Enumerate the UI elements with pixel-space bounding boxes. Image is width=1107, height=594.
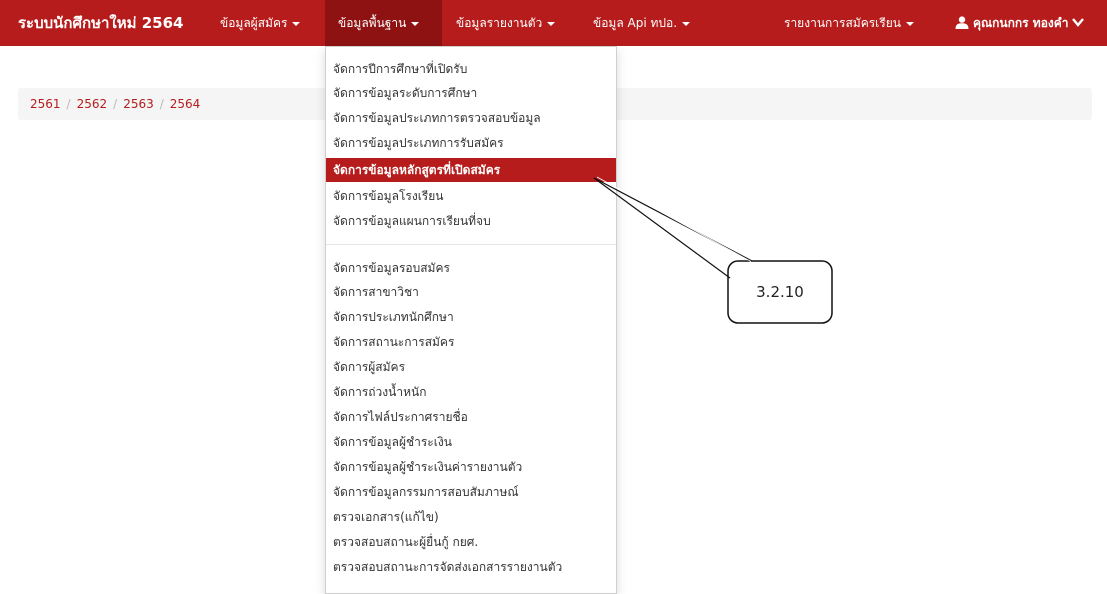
- user-icon: [955, 16, 969, 29]
- menu-item-report-document-delivery[interactable]: ตรวจสอบสถานะการจัดส่งเอกสารรายงานตัว: [326, 555, 616, 579]
- menu-item-weighting[interactable]: จัดการถ่วงน้ำหนัก: [326, 380, 616, 404]
- breadcrumb-year-2562[interactable]: 2562: [77, 97, 108, 111]
- nav-basic-data-label: ข้อมูลพื้นฐาน: [338, 16, 407, 30]
- nav-api-data[interactable]: ข้อมูล Api ทปอ.: [593, 0, 691, 46]
- app-brand[interactable]: ระบบนักศึกษาใหม่ 2564: [18, 0, 183, 46]
- breadcrumb-separator: /: [66, 97, 71, 111]
- nav-enrollment-report[interactable]: รายงานการสมัครเรียน: [784, 0, 914, 46]
- breadcrumb-separator: /: [113, 97, 118, 111]
- menu-item-report-fee-payers[interactable]: จัดการข้อมูลผู้ชำระเงินค่ารายงานตัว: [326, 455, 616, 479]
- user-name: คุณกนกกร ทองคำ: [973, 16, 1069, 30]
- menu-item-document-check[interactable]: ตรวจเอกสาร(แก้ไข): [326, 505, 616, 529]
- nav-applicant-data[interactable]: ข้อมูลผู้สมัคร: [220, 0, 301, 46]
- caret-down-icon: [682, 21, 691, 26]
- breadcrumb-year-2563[interactable]: 2563: [123, 97, 154, 111]
- menu-item-applicants[interactable]: จัดการผู้สมัคร: [326, 355, 616, 379]
- nav-applicant-data-label: ข้อมูลผู้สมัคร: [220, 16, 288, 30]
- menu-item-academic-year[interactable]: จัดการปีการศึกษาที่เปิดรับ: [326, 57, 616, 81]
- menu-item-announcement-file[interactable]: จัดการไฟล์ประกาศรายชื่อ: [326, 405, 616, 429]
- menu-item-education-level[interactable]: จัดการข้อมูลระดับการศึกษา: [326, 81, 616, 105]
- menu-divider: [326, 244, 616, 245]
- annotation-callout-label: 3.2.10: [756, 283, 804, 301]
- basic-data-dropdown-menu: จัดการปีการศึกษาที่เปิดรับ จัดการข้อมูลร…: [325, 46, 617, 594]
- menu-item-school[interactable]: จัดการข้อมูลโรงเรียน: [326, 184, 616, 208]
- menu-item-open-curriculum[interactable]: จัดการข้อมูลหลักสูตรที่เปิดสมัคร: [326, 158, 616, 182]
- menu-item-student-type[interactable]: จัดการประเภทนักศึกษา: [326, 305, 616, 329]
- menu-item-interview-committee[interactable]: จัดการข้อมูลกรรมการสอบสัมภาษณ์: [326, 480, 616, 504]
- menu-item-verification-type[interactable]: จัดการข้อมูลประเภทการตรวจสอบข้อมูล: [326, 106, 616, 130]
- nav-basic-data[interactable]: ข้อมูลพื้นฐาน: [325, 0, 442, 46]
- menu-item-study-plan[interactable]: จัดการข้อมูลแผนการเรียนที่จบ: [326, 209, 616, 233]
- caret-down-icon: [547, 21, 556, 26]
- breadcrumb-separator: /: [159, 97, 164, 111]
- chevron-down-icon: [1071, 18, 1084, 27]
- caret-down-icon: [905, 21, 914, 26]
- breadcrumb-year-2561[interactable]: 2561: [30, 97, 61, 111]
- top-navbar: ระบบนักศึกษาใหม่ 2564 ข้อมูลผู้สมัคร ข้อ…: [0, 0, 1107, 46]
- menu-item-major[interactable]: จัดการสาขาวิชา: [326, 280, 616, 304]
- menu-item-application-status[interactable]: จัดการสถานะการสมัคร: [326, 330, 616, 354]
- menu-item-student-loan-status[interactable]: ตรวจสอบสถานะผู้ยื่นกู้ กยศ.: [326, 530, 616, 554]
- breadcrumb-year-2564[interactable]: 2564: [170, 97, 201, 111]
- nav-enrollment-report-label: รายงานการสมัครเรียน: [784, 16, 901, 30]
- nav-report-data-label: ข้อมูลรายงานตัว: [456, 16, 543, 30]
- menu-item-payers[interactable]: จัดการข้อมูลผู้ชำระเงิน: [326, 430, 616, 454]
- caret-down-icon: [411, 21, 420, 26]
- nav-user-menu[interactable]: คุณกนกกร ทองคำ: [955, 0, 1084, 46]
- caret-down-icon: [292, 21, 301, 26]
- nav-api-data-label: ข้อมูล Api ทปอ.: [593, 16, 678, 30]
- nav-report-data[interactable]: ข้อมูลรายงานตัว: [456, 0, 556, 46]
- menu-item-application-round[interactable]: จัดการข้อมูลรอบสมัคร: [326, 256, 616, 280]
- menu-item-admission-type[interactable]: จัดการข้อมูลประเภทการรับสมัคร: [326, 131, 616, 155]
